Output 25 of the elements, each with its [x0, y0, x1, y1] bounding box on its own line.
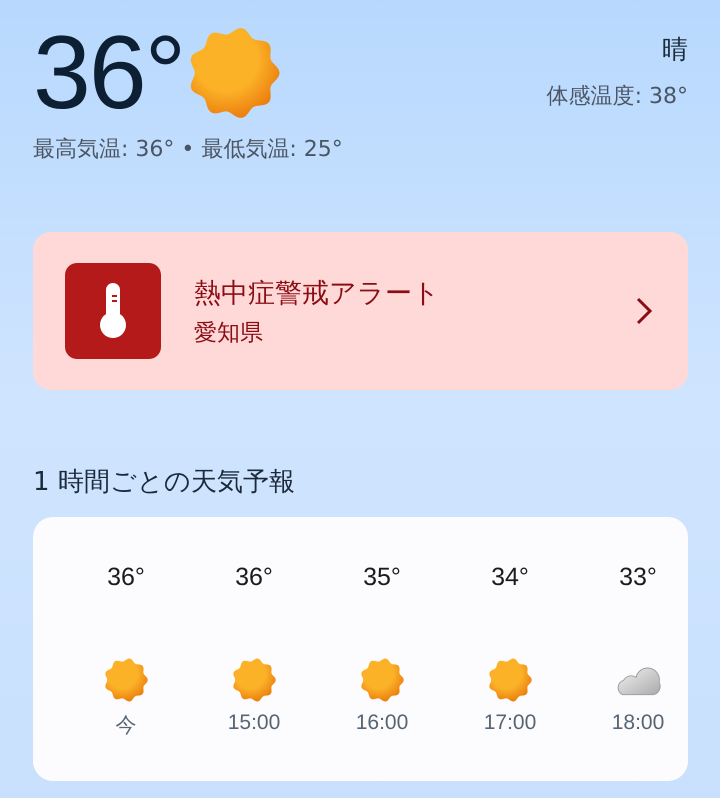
hourly-temperature: 34°: [491, 563, 529, 593]
heat-alert-card[interactable]: 熱中症警戒アラート 愛知県: [33, 232, 688, 390]
hourly-temperature: 36°: [235, 563, 273, 593]
high-low-temperature: 最高気温: 36° • 最低気温: 25°: [33, 136, 344, 164]
weather-condition: 晴: [662, 34, 688, 67]
sun-icon: [188, 27, 280, 119]
hourly-time: 今: [116, 713, 136, 739]
sun-icon: [360, 658, 404, 702]
sun-icon: [232, 658, 276, 702]
section-heading: 1 時間ごとの天気予報: [33, 466, 296, 499]
hourly-time: 18:00: [612, 711, 664, 735]
hourly-time: 17:00: [484, 711, 536, 735]
hourly-temperature: 33°: [619, 563, 657, 593]
thermometer-icon: [65, 263, 161, 359]
hourly-temperature: 35°: [363, 563, 401, 593]
alert-region: 愛知県: [194, 318, 264, 348]
alert-title: 熱中症警戒アラート: [194, 276, 441, 310]
hourly-time: 16:00: [356, 711, 408, 735]
hourly-temperature: 36°: [107, 563, 145, 593]
sun-icon: [104, 658, 148, 702]
current-temperature: 36°: [33, 18, 184, 128]
hourly-time: 15:00: [228, 711, 280, 735]
chevron-right-icon: [636, 297, 652, 325]
sun-icon: [488, 658, 532, 702]
feels-like-temperature: 体感温度: 38°: [546, 83, 688, 111]
